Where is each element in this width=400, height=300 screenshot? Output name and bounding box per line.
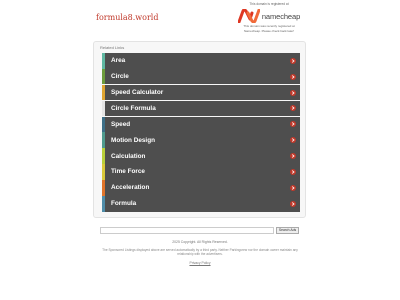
copyright-text: 2025 Copyright. All Rights Reserved.	[172, 240, 228, 244]
panel-title: Related Links	[100, 45, 125, 50]
related-link-item[interactable]: Circle	[102, 68, 300, 85]
link-accent-bar	[102, 148, 105, 164]
arrow-right-icon	[290, 200, 296, 207]
disclaimer-text: The Sponsored Listings displayed above a…	[70, 248, 330, 256]
related-link-item[interactable]: Acceleration	[102, 180, 300, 196]
arrow-right-icon	[290, 137, 296, 144]
related-link-item[interactable]: Area	[102, 53, 300, 69]
privacy-policy-link[interactable]: Privacy Policy	[0, 261, 400, 265]
related-link-item[interactable]: Circle Formula	[102, 100, 300, 117]
arrow-right-icon	[290, 121, 296, 128]
namecheap-logo-icon	[237, 9, 260, 23]
arrow-right-icon	[290, 168, 296, 175]
related-link-item[interactable]: Motion Design	[102, 132, 300, 148]
link-accent-bar	[102, 180, 105, 196]
disclaimer-line-2: relationship with the advertisers.	[177, 252, 223, 256]
related-link-item[interactable]: Time Force	[102, 164, 300, 180]
site-name[interactable]: formula8.world	[96, 13, 158, 22]
related-link-item[interactable]: Formula	[102, 196, 300, 212]
link-accent-bar	[102, 68, 105, 85]
related-link-label: Motion Design	[111, 136, 156, 144]
related-link-label: Speed	[111, 120, 131, 128]
links-list: Area Circle Speed Calculator Circle Formula…	[102, 53, 300, 212]
registrar-brand: namecheap	[261, 11, 301, 21]
link-accent-bar	[102, 53, 105, 69]
link-accent-bar	[102, 196, 105, 212]
link-accent-bar	[102, 84, 105, 101]
search-ads-button[interactable]: Search Ads	[276, 227, 299, 234]
link-accent-bar	[102, 164, 105, 180]
search-input[interactable]	[100, 227, 274, 234]
arrow-right-icon	[290, 105, 296, 112]
registrar-subnote-2: Namecheap. Please check back later!	[243, 28, 295, 33]
related-link-item[interactable]: Speed Calculator	[102, 84, 300, 101]
related-links-panel: Related Links Area Circle Speed Calculator…	[93, 41, 306, 218]
related-link-label: Time Force	[111, 168, 145, 176]
arrow-right-icon	[290, 73, 296, 80]
related-link-label: Area	[111, 57, 126, 65]
registrar-note: This domain is registered at	[249, 2, 289, 6]
search-bar: Search Ads	[100, 227, 299, 234]
related-link-label: Speed Calculator	[111, 89, 164, 97]
link-accent-bar	[102, 116, 105, 133]
arrow-right-icon	[290, 57, 296, 64]
related-link-label: Calculation	[111, 152, 146, 160]
link-accent-bar	[102, 132, 105, 148]
arrow-right-icon	[290, 89, 296, 96]
registrar-box[interactable]: This domain is registered at namecheap T…	[232, 2, 306, 34]
arrow-right-icon	[290, 184, 296, 191]
related-link-item[interactable]: Speed	[102, 116, 300, 133]
related-link-label: Formula	[111, 200, 137, 208]
related-link-label: Circle Formula	[111, 104, 156, 112]
link-accent-bar	[102, 100, 105, 117]
registrar-logo[interactable]: namecheap	[232, 8, 306, 24]
related-link-label: Circle	[111, 73, 129, 81]
related-link-label: Acceleration	[111, 184, 150, 192]
arrow-right-icon	[290, 153, 296, 160]
related-link-item[interactable]: Calculation	[102, 148, 300, 164]
